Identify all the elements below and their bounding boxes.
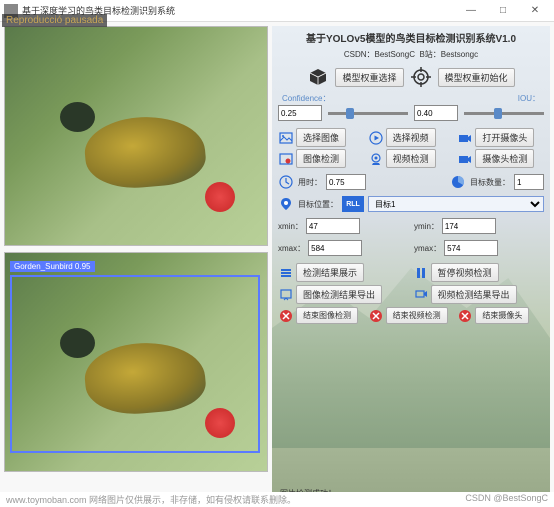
confidence-slider[interactable] [328, 106, 408, 120]
time-value [326, 174, 366, 190]
close-button[interactable]: ✕ [520, 2, 550, 20]
pause-icon [413, 265, 429, 281]
pause-video-button[interactable]: 暂停视频检测 [431, 263, 499, 282]
iou-input[interactable] [414, 105, 458, 121]
model-init-button[interactable]: 模型权重初始化 [438, 68, 515, 87]
xmax-label: xmax： [278, 243, 305, 254]
detect-image-button[interactable]: 图像检测 [296, 149, 346, 168]
export-image-icon [278, 287, 294, 303]
count-label: 目标数量： [470, 177, 510, 188]
stop-image-icon [278, 308, 294, 324]
ymax-input[interactable] [444, 240, 498, 256]
play-icon [368, 130, 384, 146]
left-panel: Gorden_Sunbird 0.95 [4, 26, 268, 503]
ymin-input[interactable] [442, 218, 496, 234]
app-subtitle: CSDN：BestSongC B站：Bestsongc [278, 49, 544, 60]
ymin-label: ymin： [414, 221, 439, 232]
cube-icon [307, 66, 329, 88]
detect-camera-button[interactable]: 摄像头检测 [475, 149, 534, 168]
detection-label: Gorden_Sunbird 0.95 [10, 261, 95, 272]
playback-overlay: Reproducció pausada [2, 14, 107, 27]
detect-video-button[interactable]: 视频检测 [386, 149, 436, 168]
pie-icon [450, 174, 466, 190]
confidence-input[interactable] [278, 105, 322, 121]
detect-image-icon [278, 151, 294, 167]
target-select[interactable]: 目标1 [368, 196, 544, 212]
iou-label: IOU： [518, 93, 540, 104]
end-video-button[interactable]: 结束视频检测 [386, 307, 448, 324]
model-select-button[interactable]: 模型权重选择 [335, 68, 403, 87]
xmin-label: xmin： [278, 221, 303, 232]
target-icon [410, 66, 432, 88]
stop-video-icon [368, 308, 384, 324]
control-panel: 基于YOLOv5模型的鸟类目标检测识别系统V1.0 CSDN：BestSongC… [272, 26, 550, 503]
image-icon [278, 130, 294, 146]
detection-bbox [10, 275, 260, 453]
show-results-button[interactable]: 检测结果展示 [296, 263, 364, 282]
confidence-label: Confidence： [282, 93, 330, 104]
result-image: Gorden_Sunbird 0.95 [4, 252, 268, 472]
select-image-button[interactable]: 选择图像 [296, 128, 346, 147]
source-image [4, 26, 268, 246]
time-label: 用时： [298, 177, 322, 188]
camera-icon [457, 130, 473, 146]
location-icon [278, 196, 294, 212]
clock-icon [278, 174, 294, 190]
open-camera-button[interactable]: 打开摄像头 [475, 128, 534, 147]
ymax-label: ymax： [414, 243, 441, 254]
xmin-input[interactable] [306, 218, 360, 234]
xmax-input[interactable] [308, 240, 362, 256]
list-icon [278, 265, 294, 281]
webcam-icon [368, 151, 384, 167]
export-video-icon [413, 287, 429, 303]
end-image-button[interactable]: 结束图像检测 [296, 307, 358, 324]
maximize-button[interactable]: □ [488, 2, 518, 20]
minimize-button[interactable]: — [456, 2, 486, 20]
watermark: www.toymoban.com 网络图片仅供展示，非存储，如有侵权请联系删除。… [0, 492, 554, 507]
stop-camera-icon [457, 308, 473, 324]
select-video-button[interactable]: 选择视频 [386, 128, 436, 147]
camera-solid-icon [457, 151, 473, 167]
export-image-button[interactable]: 图像检测结果导出 [296, 285, 382, 304]
rll-badge: RLL [342, 196, 364, 212]
app-title: 基于YOLOv5模型的鸟类目标检测识别系统V1.0 [278, 30, 544, 45]
iou-slider[interactable] [464, 106, 544, 120]
export-video-button[interactable]: 视频检测结果导出 [431, 285, 517, 304]
count-value [514, 174, 544, 190]
position-label: 目标位置： [298, 199, 338, 210]
end-camera-button[interactable]: 结束摄像头 [475, 307, 529, 324]
